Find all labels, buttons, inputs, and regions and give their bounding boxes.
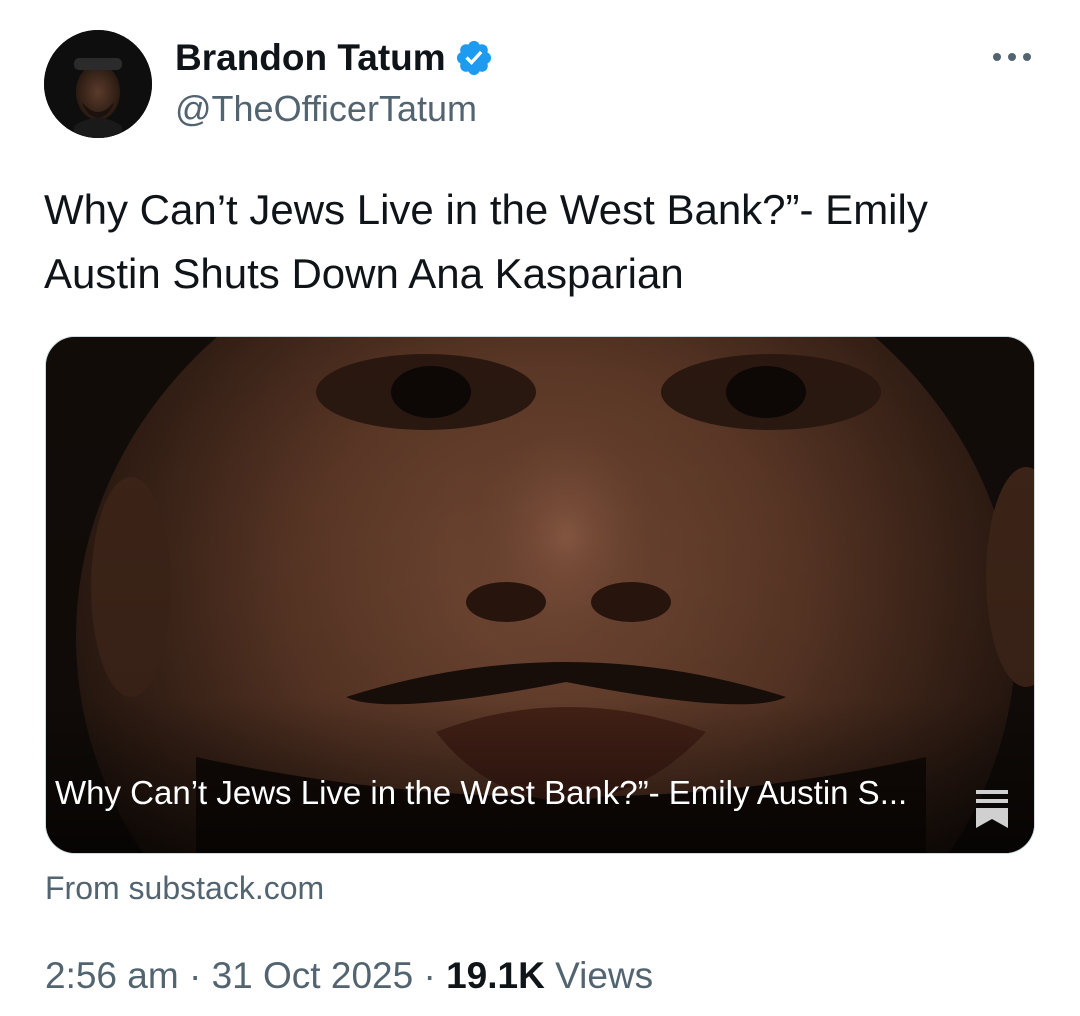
views-count: 19.1K [446,955,545,996]
tweet-text: Why Can’t Jews Live in the West Bank?”- … [44,186,928,297]
verified-badge-icon[interactable] [454,38,494,78]
author-display-name[interactable]: Brandon Tatum [175,37,446,79]
more-options-icon[interactable] [990,42,1034,72]
tweet-date[interactable]: 31 Oct 2025 [212,955,414,996]
link-card-title[interactable]: Why Can’t Jews Live in the West Bank?”- … [55,774,915,812]
avatar[interactable] [44,30,152,138]
author-handle[interactable]: @TheOfficerTatum [175,88,477,130]
author-name-row[interactable]: Brandon Tatum [175,36,494,80]
tweet-time[interactable]: 2:56 am [45,955,179,996]
substack-icon [972,786,1012,830]
tweet-meta: 2:56 am · 31 Oct 2025 · 19.1K Views [45,955,653,997]
views-label: Views [555,955,654,996]
meta-separator: · [423,955,436,996]
link-source[interactable]: From substack.com [45,870,324,907]
meta-separator: · [188,955,202,996]
